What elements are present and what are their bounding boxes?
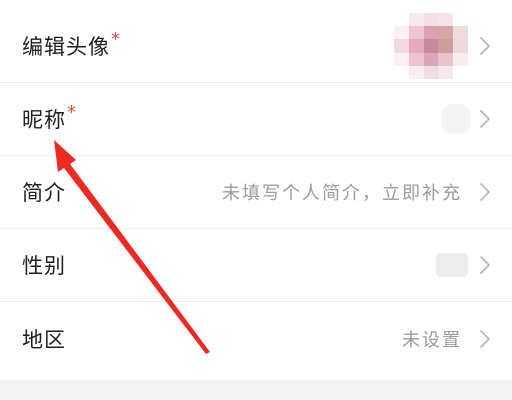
required-mark: *: [111, 29, 121, 50]
chevron-right-icon: [478, 328, 492, 350]
row-region[interactable]: 地区 未设置: [0, 302, 512, 375]
chevron-right-icon: [478, 108, 492, 130]
row-label: 编辑头像*: [22, 29, 121, 59]
region-value: 未设置: [402, 329, 462, 351]
row-edit-avatar[interactable]: 编辑头像*: [0, 10, 512, 83]
chevron-right-icon: [478, 35, 492, 57]
chevron-right-icon: [478, 181, 492, 203]
row-gender[interactable]: 性别: [0, 229, 512, 302]
row-label: 性别: [22, 254, 66, 278]
bottom-section-divider: [0, 380, 512, 400]
profile-edit-page: 编辑头像* 昵称* 简介 未填写个人简介，立即补充 性别 地区 未设置: [0, 0, 512, 400]
top-spacer: [0, 0, 512, 10]
avatar-thumbnail-blurred[interactable]: [394, 13, 468, 79]
bio-value: 未填写个人简介，立即补充: [222, 183, 462, 204]
row-label: 地区: [22, 327, 66, 352]
required-mark: *: [67, 102, 77, 123]
row-bio[interactable]: 简介 未填写个人简介，立即补充: [0, 156, 512, 229]
profile-settings-list: 编辑头像* 昵称* 简介 未填写个人简介，立即补充 性别 地区 未设置: [0, 10, 512, 375]
gender-value-blurred: [436, 253, 468, 277]
chevron-right-icon: [478, 254, 492, 276]
row-nickname[interactable]: 昵称*: [0, 83, 512, 156]
nickname-value-blurred: [442, 104, 470, 134]
row-label: 简介: [22, 181, 66, 205]
row-label: 昵称*: [22, 102, 77, 132]
